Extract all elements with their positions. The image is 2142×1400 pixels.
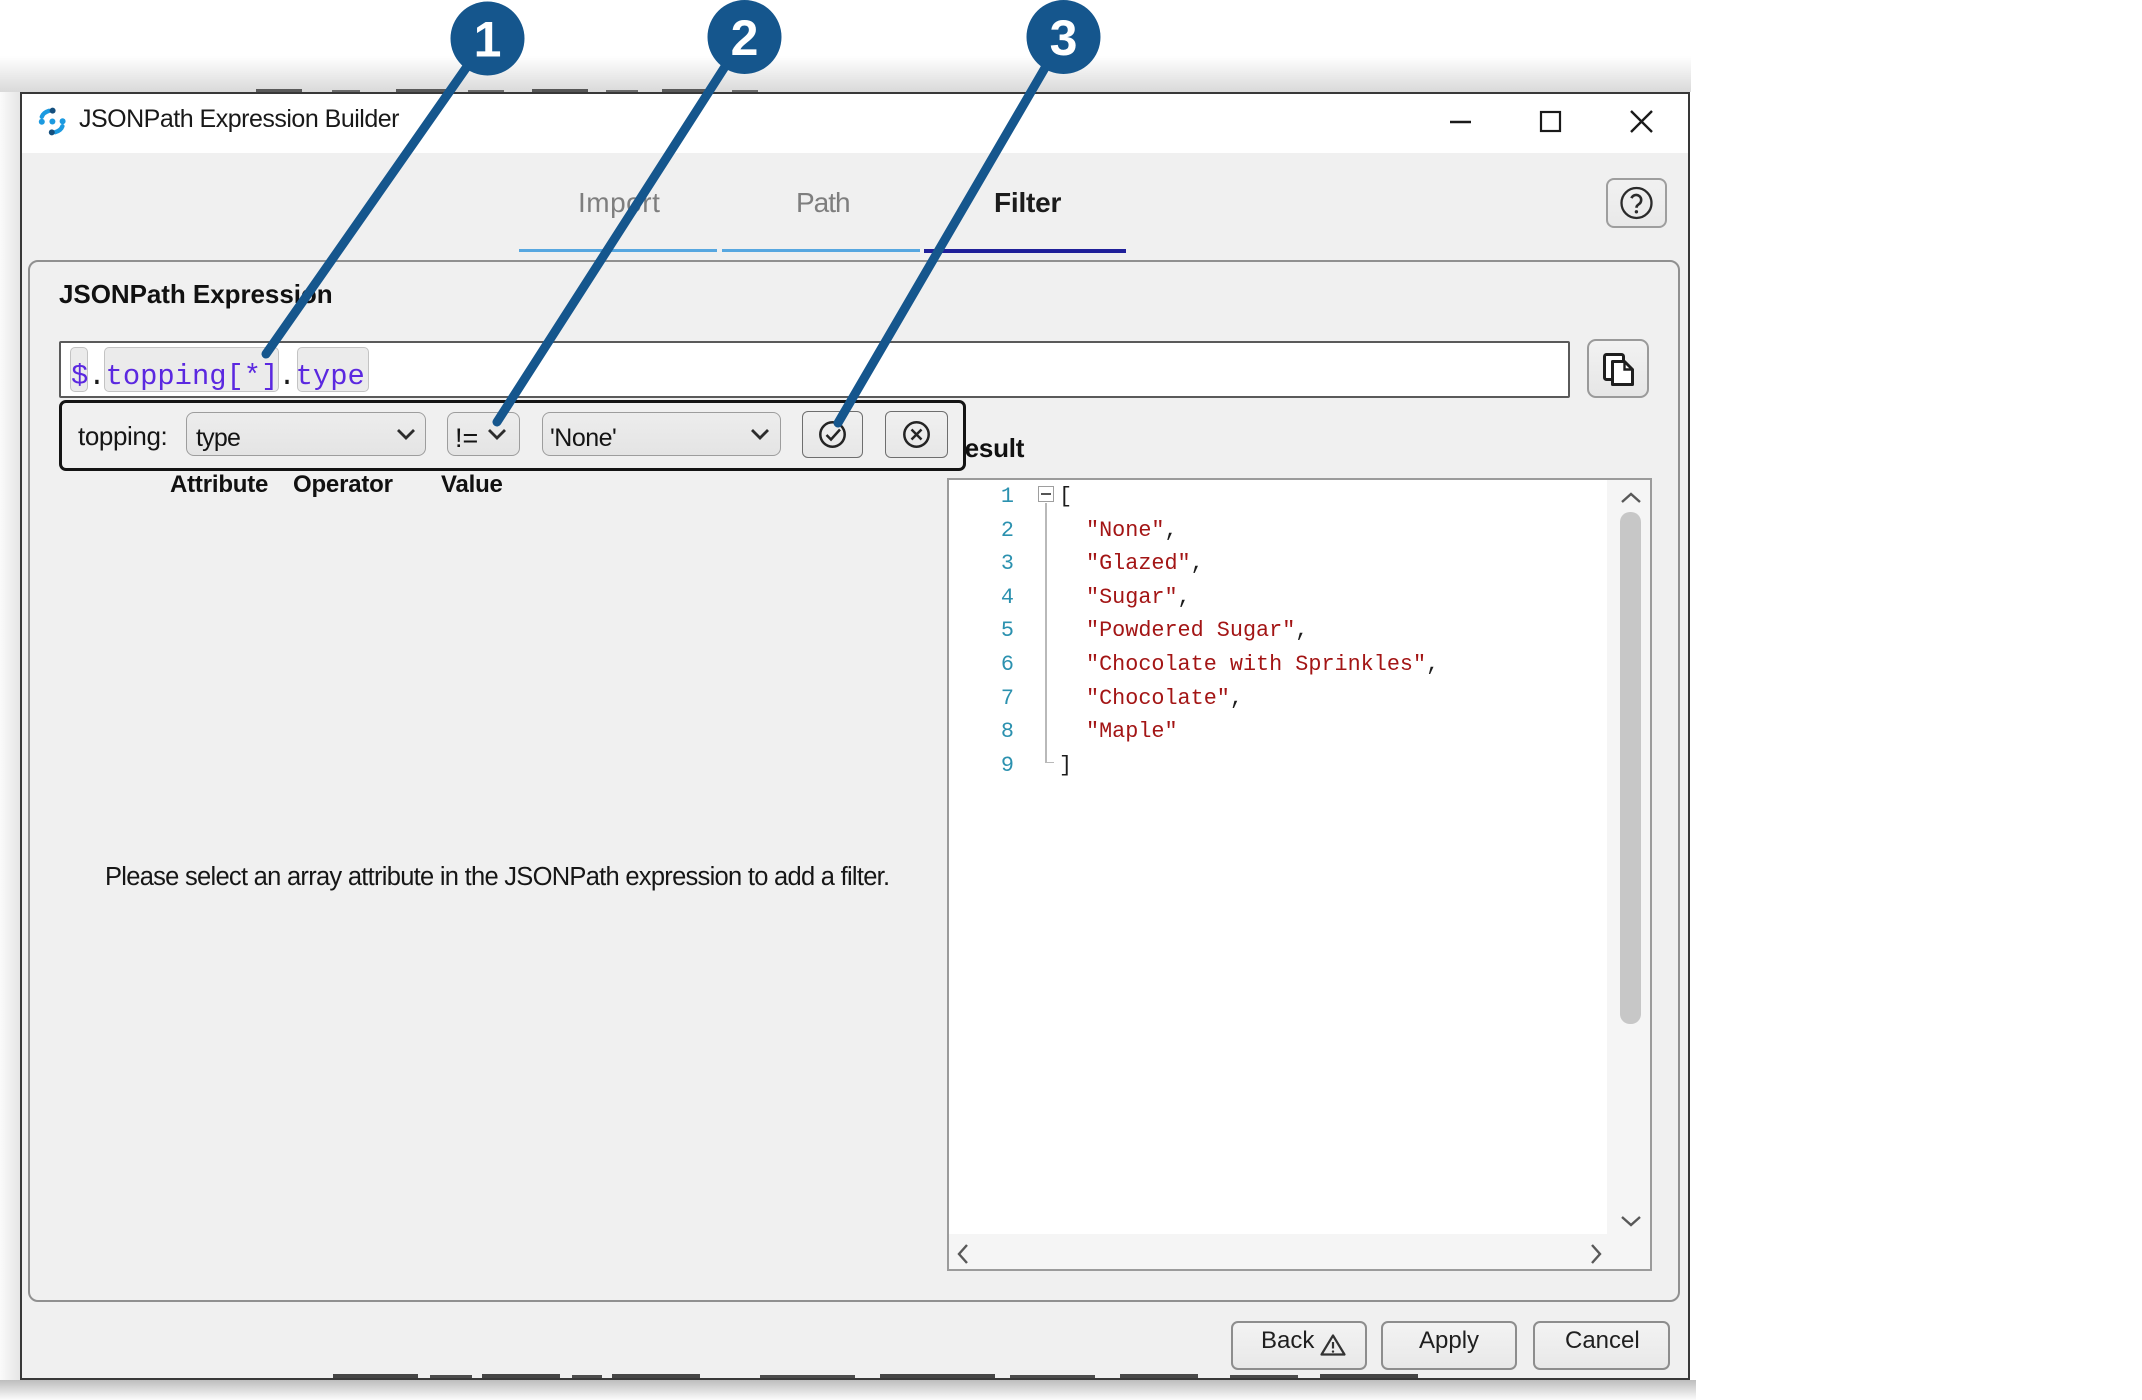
svg-text:2: 2 xyxy=(731,10,759,66)
svg-text:1: 1 xyxy=(474,12,502,68)
svg-text:3: 3 xyxy=(1050,10,1078,66)
